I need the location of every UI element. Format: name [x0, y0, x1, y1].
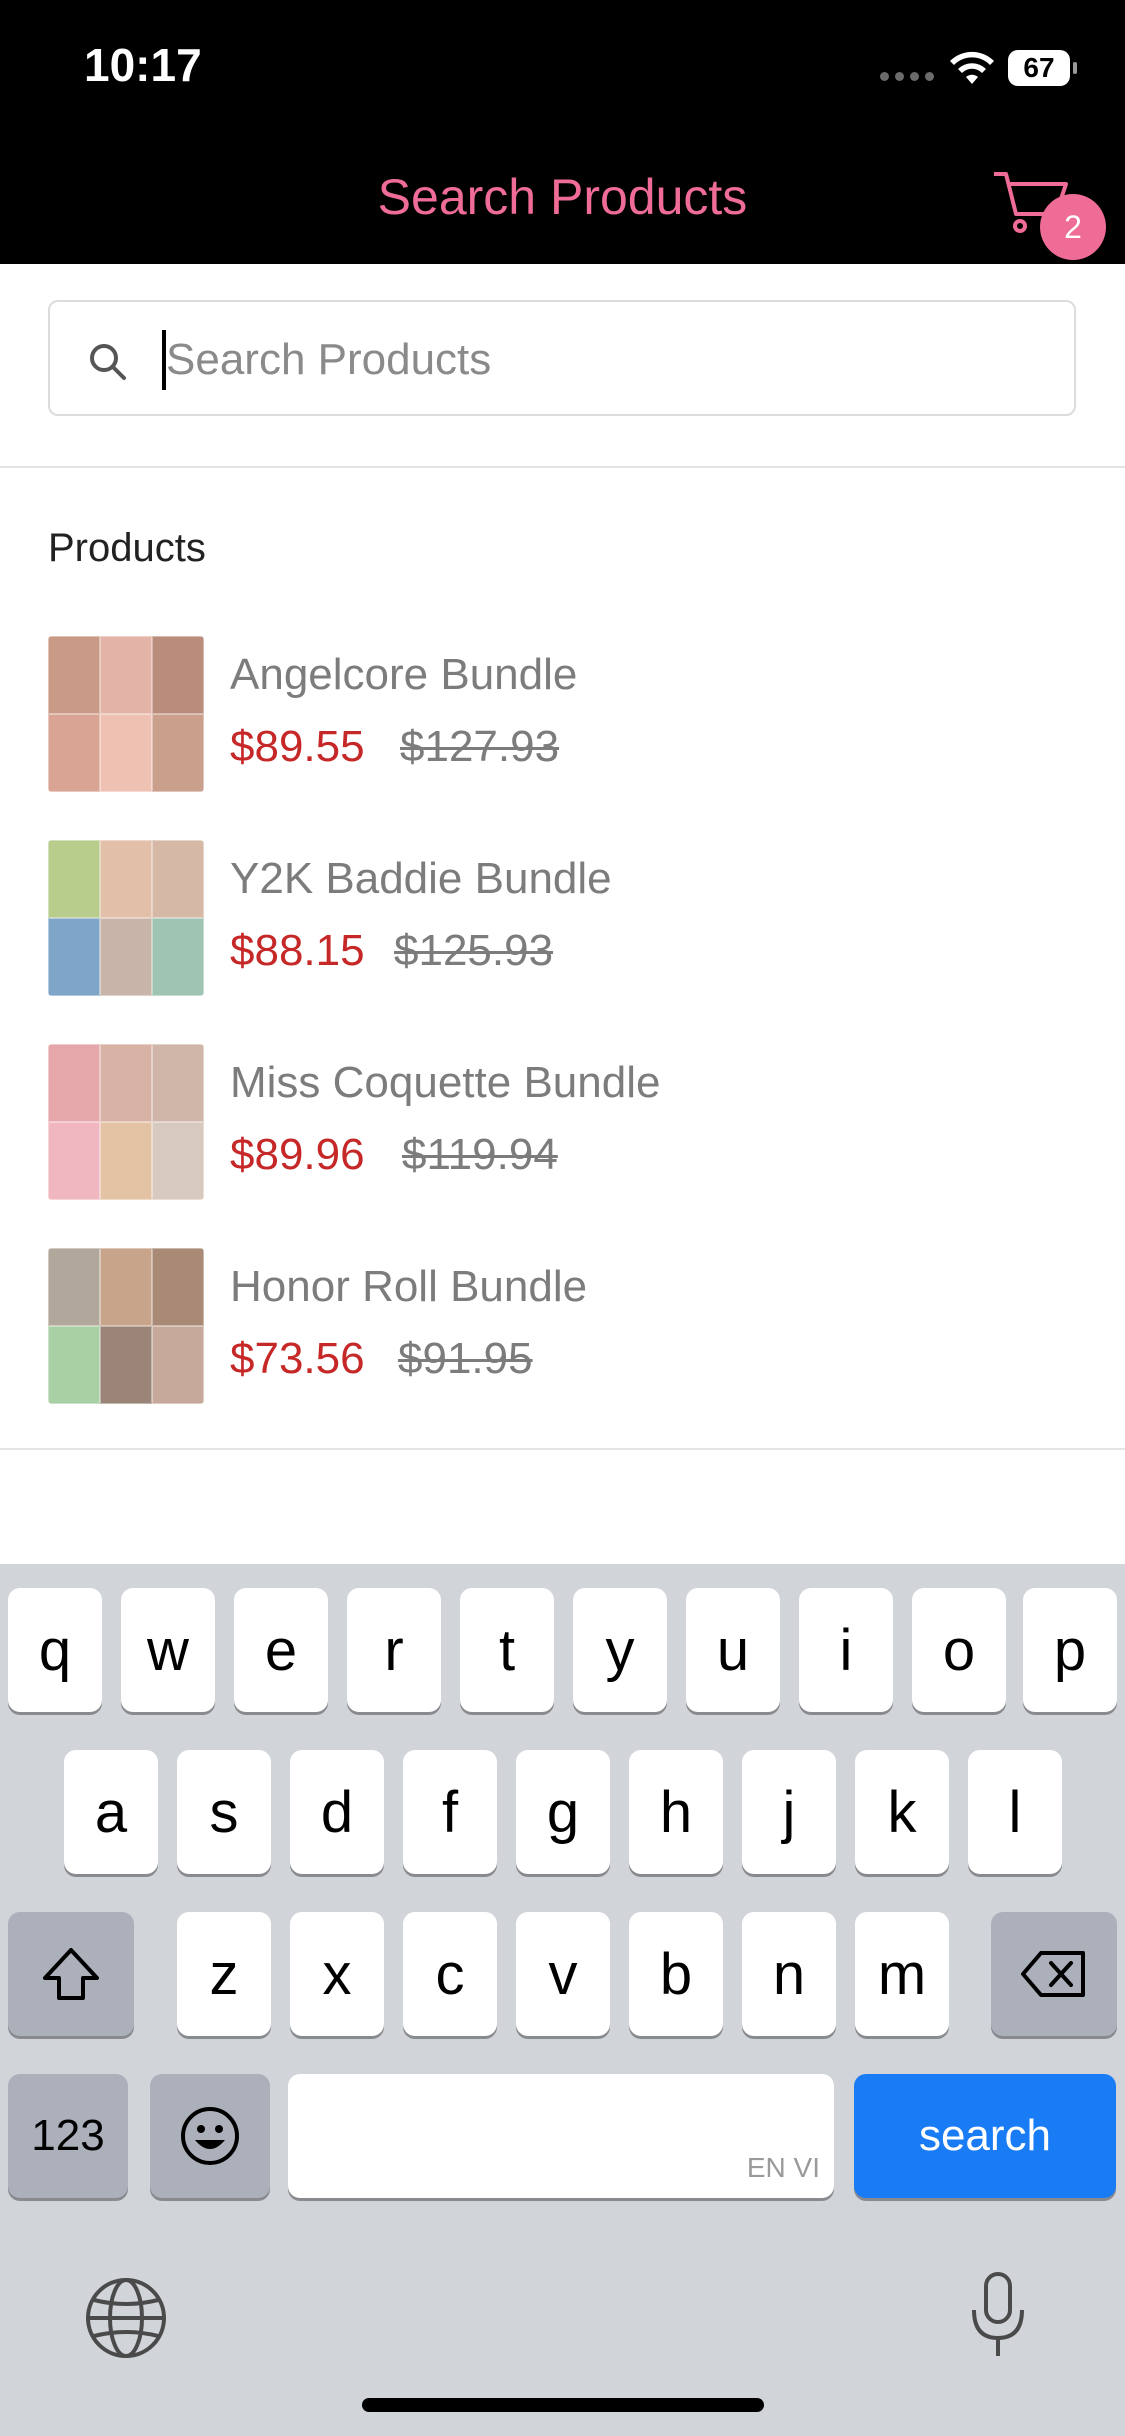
key-v[interactable]: v	[516, 1912, 610, 2036]
key-i[interactable]: i	[799, 1588, 893, 1712]
key-s[interactable]: s	[177, 1750, 271, 1874]
product-thumbnail	[48, 1044, 204, 1200]
key-h[interactable]: h	[629, 1750, 723, 1874]
microphone-icon[interactable]	[966, 2270, 1030, 2362]
divider	[0, 466, 1125, 468]
product-original-price: $91.95	[398, 1334, 533, 1383]
product-item-honor-roll-bundle[interactable]: Honor Roll Bundle $73.56 $91.95	[48, 1248, 1078, 1408]
product-sale-price: $89.55	[230, 722, 365, 771]
key-y[interactable]: y	[573, 1588, 667, 1712]
key-u[interactable]: u	[686, 1588, 780, 1712]
language-hint: EN VI	[746, 2152, 820, 2183]
product-sale-price: $88.15	[230, 926, 365, 975]
key-z[interactable]: z	[177, 1912, 271, 2036]
product-name: Y2K Baddie Bundle	[230, 854, 612, 903]
key-d[interactable]: d	[290, 1750, 384, 1874]
key-a[interactable]: a	[64, 1750, 158, 1874]
status-time: 10:17	[84, 39, 202, 91]
globe-icon[interactable]	[84, 2276, 168, 2360]
product-original-price: $119.94	[402, 1130, 558, 1179]
key-w[interactable]: w	[121, 1588, 215, 1712]
backspace-icon	[1021, 1951, 1085, 1997]
product-sale-price: $73.56	[230, 1334, 365, 1383]
space-key[interactable]: EN VI	[288, 2074, 834, 2198]
cart-count-badge[interactable]: 2	[1040, 194, 1106, 260]
products-heading: Products	[48, 526, 206, 570]
divider	[0, 1448, 1125, 1450]
product-name: Honor Roll Bundle	[230, 1262, 588, 1311]
battery-icon: 67	[1008, 50, 1077, 86]
emoji-icon	[181, 2107, 239, 2165]
product-original-price: $125.93	[394, 926, 554, 975]
product-item-miss-coquette-bundle[interactable]: Miss Coquette Bundle $89.96 $119.94	[48, 1044, 1078, 1204]
key-m[interactable]: m	[855, 1912, 949, 2036]
product-item-angelcore-bundle[interactable]: Angelcore Bundle $89.55 $127.93	[48, 636, 1078, 796]
key-e[interactable]: e	[234, 1588, 328, 1712]
key-f[interactable]: f	[403, 1750, 497, 1874]
key-q[interactable]: q	[8, 1588, 102, 1712]
key-r[interactable]: r	[347, 1588, 441, 1712]
product-thumbnail	[48, 840, 204, 996]
product-thumbnail	[48, 636, 204, 792]
home-indicator	[362, 2398, 764, 2412]
key-x[interactable]: x	[290, 1912, 384, 2036]
wifi-icon	[950, 51, 994, 84]
search-input[interactable]	[162, 320, 1046, 400]
key-t[interactable]: t	[460, 1588, 554, 1712]
delete-key[interactable]	[991, 1912, 1117, 2036]
key-l[interactable]: l	[968, 1750, 1062, 1874]
keyboard: q w e r t y u i o p a s d f g h j k l z …	[0, 1564, 1125, 2436]
page-title: Search Products	[377, 169, 748, 225]
product-thumbnail	[48, 1248, 204, 1404]
shift-icon	[43, 1948, 99, 2000]
key-p[interactable]: p	[1023, 1588, 1117, 1712]
key-j[interactable]: j	[742, 1750, 836, 1874]
key-k[interactable]: k	[855, 1750, 949, 1874]
emoji-key[interactable]	[150, 2074, 270, 2198]
text-cursor	[162, 330, 166, 390]
cellular-signal-icon	[880, 72, 936, 84]
key-g[interactable]: g	[516, 1750, 610, 1874]
search-icon	[90, 344, 126, 380]
key-n[interactable]: n	[742, 1912, 836, 2036]
search-key[interactable]: search	[854, 2074, 1116, 2198]
product-original-price: $127.93	[400, 722, 560, 771]
key-o[interactable]: o	[912, 1588, 1006, 1712]
shift-key[interactable]	[8, 1912, 134, 2036]
product-name: Miss Coquette Bundle	[230, 1058, 661, 1107]
numbers-key[interactable]: 123	[8, 2074, 128, 2198]
product-sale-price: $89.96	[230, 1130, 365, 1179]
product-name: Angelcore Bundle	[230, 650, 578, 699]
key-b[interactable]: b	[629, 1912, 723, 2036]
key-c[interactable]: c	[403, 1912, 497, 2036]
product-item-y2k-baddie-bundle[interactable]: Y2K Baddie Bundle $88.15 $125.93	[48, 840, 1078, 1000]
